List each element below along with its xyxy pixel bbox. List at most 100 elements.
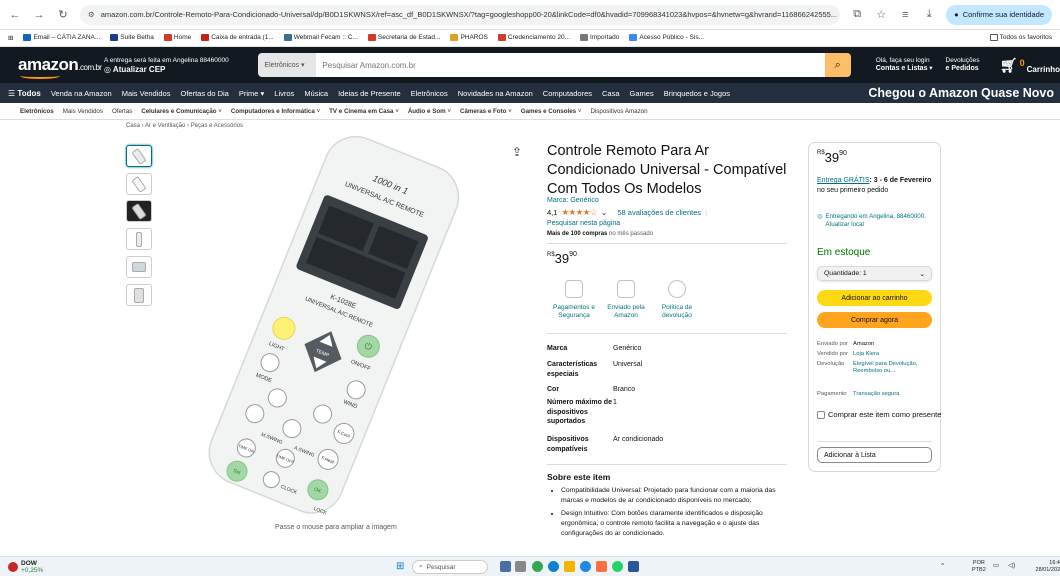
subnav-item[interactable]: Games e Consoles ˅ (521, 108, 582, 115)
word-icon[interactable] (628, 561, 639, 572)
subnav-item[interactable]: TV e Cinema em Casa ˅ (329, 108, 399, 115)
bookmark-star-icon[interactable]: ☆ (874, 8, 888, 21)
divider (817, 441, 932, 442)
reload-icon[interactable]: ↻ (56, 8, 70, 21)
thumbnail-3[interactable] (126, 200, 152, 222)
volume-icon[interactable]: ◁) (1008, 561, 1015, 569)
product-image[interactable]: 1000 in 1 UNIVERSAL A/C REMOTE K-1028E U… (170, 132, 500, 517)
promo-banner[interactable]: Chegou o Amazon Quase Novo (868, 86, 1054, 100)
taskbar-search[interactable]: ⌕ Pesquisar (412, 560, 488, 574)
bookmark-1[interactable]: Suite Betha (110, 34, 154, 42)
nav-item[interactable]: Mais Vendidos (122, 89, 171, 98)
bookmark-7[interactable]: Credenciamento 20... (497, 34, 570, 42)
all-menu-button[interactable]: ☰ Todos (8, 89, 41, 98)
back-icon[interactable]: ← (8, 9, 22, 21)
network-icon[interactable]: ▭ (993, 561, 999, 569)
confirm-identity-button[interactable]: ● Confirme sua identidade (946, 4, 1052, 25)
add-to-list-button[interactable]: Adicionar à Lista (817, 447, 932, 463)
add-to-cart-button[interactable]: Adicionar ao carrinho (817, 290, 932, 306)
subnav-item[interactable]: Dispositivos Amazon (590, 108, 647, 115)
windows-start-icon[interactable]: ⊞ (396, 561, 404, 572)
brand-link[interactable]: Marca: Genérico (547, 197, 599, 204)
cart-button[interactable]: 🛒︎ 0 Carrinho (1000, 57, 1060, 74)
feature-returns[interactable]: Política de devolução (651, 280, 703, 320)
subnav-item[interactable]: Celulares e Comunicação ˅ (141, 108, 222, 115)
feature-payments[interactable]: Pagamentos e Segurança (548, 280, 600, 320)
search-this-page-link[interactable]: Pesquisar nesta página (547, 220, 620, 227)
bookmark-0[interactable]: Email – CÁTIA ZANA... (23, 34, 100, 42)
nav-item[interactable]: Venda na Amazon (51, 89, 112, 98)
deliver-to[interactable]: A entrega será feita em Angelina 8846000… (104, 56, 254, 75)
edge-icon[interactable] (548, 561, 559, 572)
taskbar-app-icon[interactable] (580, 561, 591, 572)
nav-item[interactable]: Ofertas do Dia (180, 89, 228, 98)
address-bar[interactable]: ⚙ amazon.com.br/Controle-Remoto-Para-Con… (80, 4, 841, 25)
nav-item[interactable]: Livros (274, 89, 294, 98)
breadcrumb[interactable]: Casa › Ar e Ventilação › Peças e Acessór… (126, 123, 243, 129)
taskbar-app-icon[interactable] (596, 561, 607, 572)
search-category-select[interactable]: Eletrônicos ▾ (258, 53, 317, 77)
bookmark-3[interactable]: Caixa de entrada (1... (201, 34, 274, 42)
whatsapp-icon[interactable] (612, 561, 623, 572)
buy-now-button[interactable]: Comprar agora (817, 312, 932, 328)
delivery-location-link[interactable]: ◎ Entregando em Angelina, 88460000. Atual… (817, 213, 935, 229)
site-info-icon[interactable]: ⚙ (88, 10, 95, 19)
language-indicator[interactable]: POR PTB2 (972, 560, 986, 574)
quantity-select[interactable]: Quantidade: 1 ⌄ (817, 266, 932, 281)
taskbar-app-icon[interactable] (500, 561, 511, 572)
nav-item-prime[interactable]: Prime ▾ (239, 89, 264, 98)
nav-item[interactable]: Eletrônicos (411, 89, 448, 98)
all-bookmarks[interactable]: Todos os favoritos (989, 34, 1052, 42)
star-rating-icon[interactable]: ★★★★☆ (561, 207, 597, 218)
nav-item[interactable]: Brinquedos e Jogos (664, 89, 730, 98)
bookmark-4[interactable]: Webmail Fecam :: C... (283, 34, 358, 42)
subnav-item[interactable]: Ofertas (112, 108, 132, 115)
nav-item[interactable]: Games (630, 89, 654, 98)
search-bar: Eletrônicos ▾ ⌕ (258, 53, 851, 77)
subnav-item[interactable]: Computadores e Informática ˅ (231, 108, 320, 115)
feature-shipped[interactable]: Enviado pela Amazon (600, 280, 652, 320)
reviews-link[interactable]: 58 avaliações de clientes (617, 208, 701, 217)
seller-row: Enviado por Amazon (817, 341, 875, 347)
clock[interactable]: 16:4 28/01/202 (1030, 560, 1060, 574)
amazon-logo[interactable]: amazon.com.br (18, 55, 102, 79)
share-icon[interactable]: ⇪ (512, 145, 522, 159)
nav-item[interactable]: Casa (602, 89, 620, 98)
search-button[interactable]: ⌕ (824, 53, 851, 77)
orders-link[interactable]: Devoluções e Pedidos (946, 57, 988, 73)
weather-widget[interactable]: DOW +0,25% (8, 560, 43, 574)
subnav-item[interactable]: Mais Vendidos (63, 108, 103, 115)
file-explorer-icon[interactable] (564, 561, 575, 572)
bookmark-5[interactable]: Secretaria de Estad... (367, 34, 440, 42)
free-delivery-link[interactable]: Entrega GRÁTIS (817, 177, 870, 184)
bookmark-6[interactable]: PHAROS (450, 34, 488, 42)
apps-icon[interactable]: ⊞ (8, 34, 13, 42)
bookmark-9[interactable]: Acesso Público - Sis... (629, 34, 704, 42)
forward-icon[interactable]: → (32, 9, 46, 21)
chevron-down-icon[interactable]: ⌄ (601, 208, 607, 217)
chevron-up-icon[interactable]: ⌃ (940, 562, 945, 570)
account-menu[interactable]: Olá, faça seu login Contas e Listas ▾ (876, 57, 942, 73)
nav-item[interactable]: Ideias de Presente (338, 89, 401, 98)
translate-icon[interactable]: ⧉ (850, 8, 864, 21)
thumbnail-1[interactable] (126, 145, 152, 167)
subnav-item[interactable]: Câmeras e Foto ˅ (460, 108, 512, 115)
divider (547, 464, 787, 465)
bookmark-8[interactable]: Importado (580, 34, 619, 42)
thumbnail-2[interactable] (126, 173, 152, 195)
subnav-item[interactable]: Eletrônicos (20, 108, 54, 115)
nav-item[interactable]: Novidades na Amazon (458, 89, 533, 98)
thumbnail-6[interactable] (126, 284, 152, 306)
subnav-item[interactable]: Áudio e Som ˅ (408, 108, 451, 115)
thumbnail-5[interactable] (126, 256, 152, 278)
search-input[interactable] (316, 53, 825, 77)
extensions-icon[interactable]: ≡ (898, 9, 912, 21)
nav-item[interactable]: Computadores (543, 89, 592, 98)
chrome-icon[interactable] (532, 561, 543, 572)
gift-checkbox[interactable]: Comprar este item como presente (817, 410, 941, 420)
nav-item[interactable]: Música (304, 89, 328, 98)
download-icon[interactable]: ⤓ (922, 8, 936, 21)
taskbar-app-icon[interactable] (515, 561, 526, 572)
thumbnail-4[interactable] (126, 228, 152, 250)
bookmark-2[interactable]: Home (163, 34, 191, 42)
